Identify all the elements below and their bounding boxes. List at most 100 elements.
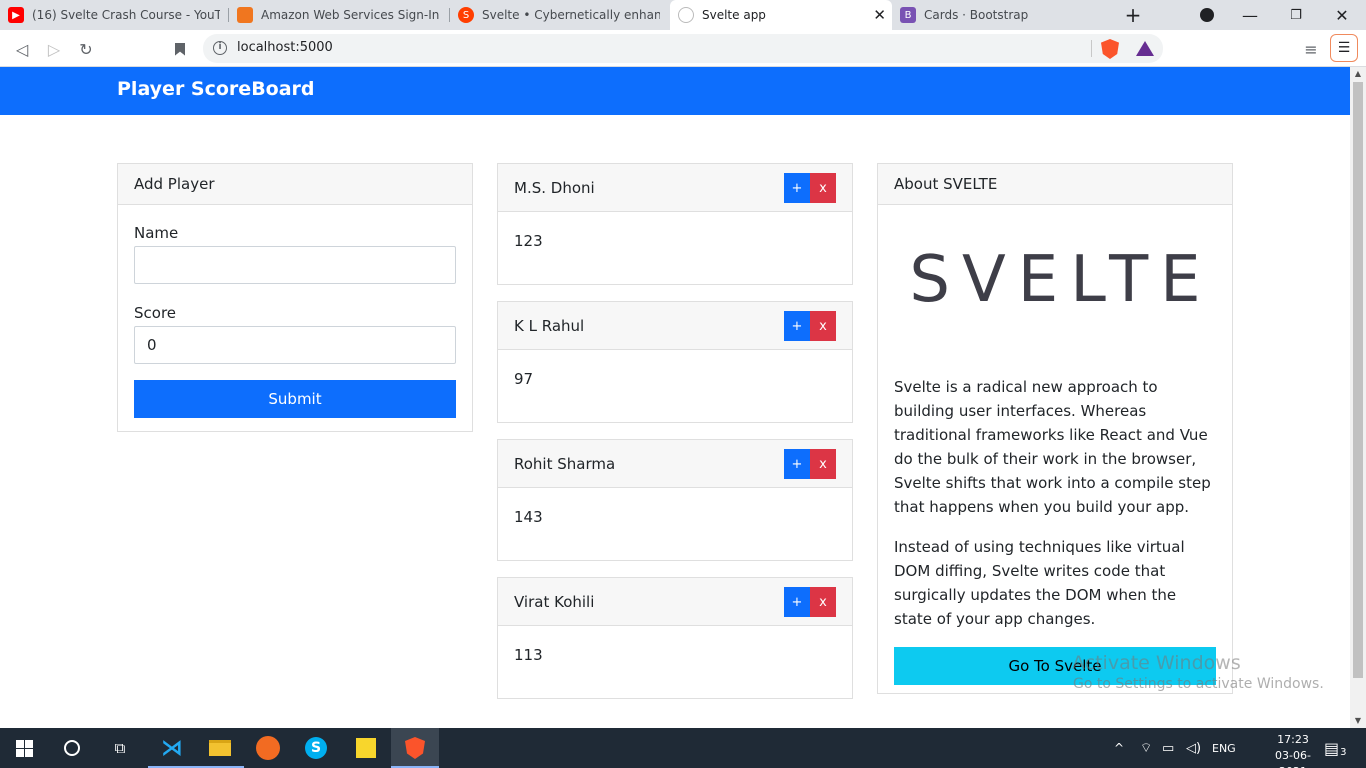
tab-youtube[interactable]: ▶ (16) Svelte Crash Course - YouTube — [0, 0, 228, 30]
vscode-icon: ⋊ — [161, 735, 183, 761]
navbar-brand[interactable]: Player ScoreBoard — [117, 78, 315, 100]
tab-svelte-site[interactable]: S Svelte • Cybernetically enhanced w — [450, 0, 668, 30]
player-name: Rohit Sharma — [514, 454, 616, 473]
scroll-up-icon[interactable]: ▲ — [1350, 67, 1366, 81]
start-button[interactable] — [0, 728, 48, 768]
notifications-button[interactable]: ▤ 3 — [1324, 728, 1347, 768]
remove-player-button[interactable]: x — [810, 587, 836, 617]
clock-date: 03-06-2021 — [1275, 749, 1311, 768]
tab-bootstrap[interactable]: B Cards · Bootstrap — [892, 0, 1112, 30]
submit-button[interactable]: Submit — [134, 380, 456, 418]
about-card: About SVELTE SVELTE Svelte is a radical … — [877, 163, 1233, 694]
remove-player-button[interactable]: x — [810, 311, 836, 341]
tab-aws[interactable]: Amazon Web Services Sign-In — [229, 0, 449, 30]
media-playlist-button[interactable]: ≡ — [1298, 36, 1324, 62]
brave-shields-icon[interactable] — [1101, 39, 1119, 59]
tab-title: Svelte • Cybernetically enhanced w — [482, 8, 660, 22]
tab-svelte-app[interactable]: Svelte app ✕ — [670, 0, 892, 30]
scrollbar-thumb[interactable] — [1353, 82, 1363, 678]
forward-button[interactable]: ▷ — [41, 36, 67, 62]
battery-icon[interactable]: ▭ — [1162, 728, 1174, 768]
increment-score-button[interactable]: + — [784, 587, 810, 617]
scroll-down-icon[interactable]: ▼ — [1350, 714, 1366, 728]
player-card: Virat Kohili + x 113 — [497, 577, 853, 699]
activate-windows-subtext: Go to Settings to activate Windows. — [1073, 676, 1324, 692]
bookmark-button[interactable] — [167, 36, 193, 62]
taskbar-skype[interactable]: S — [292, 728, 340, 768]
player-score: 97 — [514, 370, 534, 388]
address-bar[interactable]: i localhost:5000 — [203, 34, 1163, 63]
restore-button[interactable]: ❐ — [1282, 0, 1310, 30]
taskbar-vscode[interactable]: ⋊ — [148, 728, 196, 768]
chevron-down-icon — [1200, 8, 1214, 22]
taskbar-app[interactable] — [244, 728, 292, 768]
notification-icon: ▤ — [1324, 738, 1340, 758]
increment-score-button[interactable]: + — [784, 173, 810, 203]
bookmark-icon — [175, 42, 185, 56]
player-score: 123 — [514, 232, 543, 250]
search-icon — [64, 740, 80, 756]
sticky-notes-icon — [356, 738, 376, 758]
svelte-icon: S — [458, 7, 474, 23]
taskbar-sticky-notes[interactable] — [342, 728, 390, 768]
player-card: K L Rahul + x 97 — [497, 301, 853, 423]
activate-windows-watermark: Activate Windows — [1072, 652, 1241, 674]
player-name: Virat Kohili — [514, 592, 595, 611]
player-card: M.S. Dhoni + x 123 — [497, 163, 853, 285]
remove-player-button[interactable]: x — [810, 449, 836, 479]
name-input[interactable] — [134, 246, 456, 284]
player-score: 113 — [514, 646, 543, 664]
language-indicator[interactable]: ENG — [1212, 728, 1236, 768]
score-input[interactable]: 0 — [134, 326, 456, 364]
about-paragraph: Instead of using techniques like virtual… — [894, 538, 1185, 628]
aws-icon — [237, 7, 253, 23]
taskbar-file-explorer[interactable] — [196, 728, 244, 768]
skype-icon: S — [305, 737, 327, 759]
network-icon[interactable]: ⌔ — [1140, 728, 1152, 768]
divider — [1091, 40, 1092, 57]
increment-score-button[interactable]: + — [784, 449, 810, 479]
taskbar-brave[interactable] — [391, 728, 439, 768]
page-scrollbar[interactable]: ▲ ▼ — [1350, 67, 1366, 728]
browser-menu-button[interactable]: ☰ — [1330, 34, 1358, 62]
back-button[interactable]: ◁ — [9, 36, 35, 62]
card-header: About SVELTE — [878, 164, 1232, 205]
globe-icon — [678, 7, 694, 23]
tab-title: Cards · Bootstrap — [924, 8, 1029, 22]
player-name: K L Rahul — [514, 316, 585, 335]
show-hidden-icons-button[interactable]: ^ — [1114, 728, 1124, 768]
card-header: Add Player — [118, 164, 472, 205]
remove-player-button[interactable]: x — [810, 173, 836, 203]
about-paragraph: Svelte is a radical new approach to buil… — [894, 378, 1211, 516]
name-label: Name — [134, 224, 179, 242]
tab-title: Svelte app — [702, 8, 766, 22]
svelte-logo: SVELTE — [909, 243, 1213, 317]
info-icon: i — [213, 41, 227, 55]
browser-tab-strip: ▶ (16) Svelte Crash Course - YouTube Ama… — [0, 0, 1366, 30]
notification-count: 3 — [1340, 746, 1347, 758]
brave-rewards-icon[interactable] — [1136, 41, 1154, 56]
close-window-button[interactable]: ✕ — [1328, 0, 1356, 30]
player-name: M.S. Dhoni — [514, 178, 595, 197]
url-text: localhost:5000 — [237, 40, 333, 55]
volume-icon[interactable]: ◁) — [1186, 728, 1201, 768]
reload-button[interactable]: ↻ — [73, 36, 99, 62]
folder-icon — [209, 740, 231, 756]
browser-toolbar: ◁ ▷ ↻ i localhost:5000 ≡ ☰ — [0, 30, 1366, 67]
brave-icon — [405, 737, 425, 759]
search-button[interactable] — [48, 728, 96, 768]
score-label: Score — [134, 304, 177, 322]
tab-title: (16) Svelte Crash Course - YouTube — [32, 8, 220, 22]
increment-score-button[interactable]: + — [784, 311, 810, 341]
clock[interactable]: 17:23 03-06-2021 — [1262, 732, 1324, 768]
tab-title: Amazon Web Services Sign-In — [261, 8, 440, 22]
tab-search-button[interactable] — [1196, 0, 1218, 30]
clock-time: 17:23 — [1277, 733, 1309, 746]
windows-logo-icon — [15, 739, 33, 757]
task-view-button[interactable]: ⧉ — [96, 728, 144, 768]
new-tab-button[interactable]: + — [1120, 0, 1146, 30]
close-tab-icon[interactable]: ✕ — [873, 6, 886, 24]
bootstrap-icon: B — [900, 7, 916, 23]
player-card: Rohit Sharma + x 143 — [497, 439, 853, 561]
minimize-button[interactable]: — — [1236, 0, 1264, 30]
